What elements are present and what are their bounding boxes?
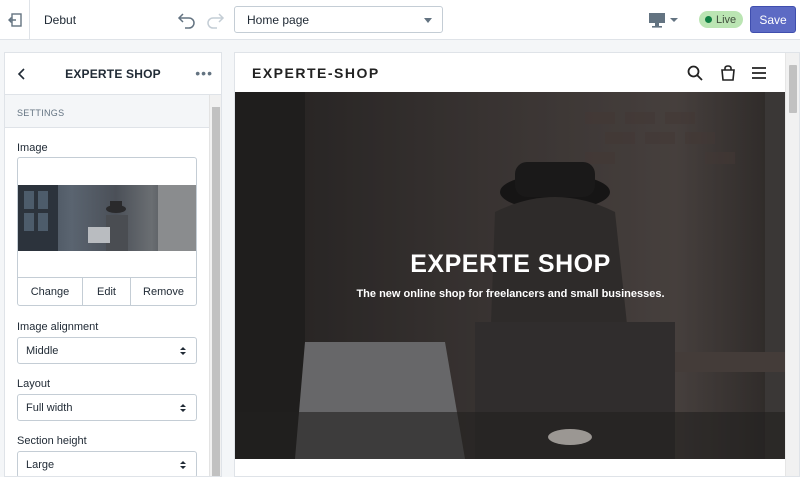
- image-picker: Change Edit Remove: [17, 157, 197, 306]
- chevron-down-icon: [424, 18, 432, 23]
- remove-image-button[interactable]: Remove: [131, 278, 196, 305]
- section-height-label: Section height: [17, 435, 87, 447]
- select-arrows-icon: [180, 461, 186, 469]
- live-dot-icon: [705, 16, 712, 23]
- layout-select[interactable]: Full width: [17, 394, 197, 421]
- edit-image-button[interactable]: Edit: [83, 278, 131, 305]
- select-arrows-icon: [180, 347, 186, 355]
- more-options-icon[interactable]: •••: [195, 65, 213, 81]
- chevron-down-icon: [670, 18, 678, 22]
- select-arrows-icon: [180, 404, 186, 412]
- undo-icon: [177, 13, 195, 29]
- cart-icon[interactable]: [720, 65, 736, 81]
- sidebar-header: EXPERTE SHOP •••: [5, 53, 221, 95]
- section-title: EXPERTE SHOP: [65, 67, 161, 81]
- redo-icon: [207, 13, 225, 29]
- live-status-badge: Live: [699, 11, 744, 28]
- theme-name: Debut: [44, 13, 77, 27]
- hero-banner: EXPERTE SHOP The new online shop for fre…: [235, 92, 786, 459]
- live-label: Live: [716, 13, 737, 26]
- settings-sidebar: EXPERTE SHOP ••• SETTINGS Image Change E…: [4, 52, 222, 477]
- store-header: EXPERTE-SHOP: [235, 53, 786, 92]
- section-height-value: Large: [26, 459, 55, 471]
- layout-value: Full width: [26, 402, 73, 414]
- page-select-value: Home page: [247, 13, 310, 27]
- image-actions: Change Edit Remove: [18, 277, 196, 305]
- hero-title: EXPERTE SHOP: [410, 250, 611, 278]
- page-select[interactable]: Home page: [234, 6, 443, 33]
- layout-label: Layout: [17, 378, 51, 390]
- search-icon[interactable]: [687, 65, 703, 81]
- preview-scrollbar[interactable]: [785, 53, 799, 476]
- exit-icon: [7, 13, 22, 27]
- hero-subtitle: The new online shop for freelancers and …: [356, 288, 665, 300]
- store-preview: EXPERTE-SHOP EXPERTE SHOP The new online…: [234, 52, 800, 477]
- sidebar-scrollbar-thumb[interactable]: [212, 107, 220, 476]
- preview-scrollbar-thumb[interactable]: [789, 65, 797, 113]
- undo-button[interactable]: [176, 9, 198, 31]
- image-label: Image: [17, 142, 48, 154]
- store-logo[interactable]: EXPERTE-SHOP: [252, 65, 380, 81]
- thumbnail-scene: [18, 185, 196, 251]
- change-image-button[interactable]: Change: [18, 278, 83, 305]
- image-alignment-value: Middle: [26, 345, 59, 357]
- desktop-icon: [649, 13, 665, 28]
- image-alignment-label: Image alignment: [17, 321, 99, 333]
- save-button[interactable]: Save: [750, 6, 796, 33]
- redo-button[interactable]: [204, 9, 226, 31]
- hero-image-thumbnail: [18, 185, 196, 251]
- image-alignment-select[interactable]: Middle: [17, 337, 197, 364]
- device-toggle-button[interactable]: [648, 9, 680, 31]
- sidebar-scroll-area: SETTINGS Image Change Edit Remove Image …: [5, 95, 210, 476]
- menu-icon[interactable]: [751, 65, 767, 81]
- editor-topbar: Debut Home page Live Save: [0, 0, 800, 40]
- sidebar-scrollbar[interactable]: [209, 95, 221, 476]
- section-height-select[interactable]: Large: [17, 451, 197, 476]
- settings-header: SETTINGS: [5, 95, 210, 128]
- exit-button[interactable]: [0, 0, 30, 40]
